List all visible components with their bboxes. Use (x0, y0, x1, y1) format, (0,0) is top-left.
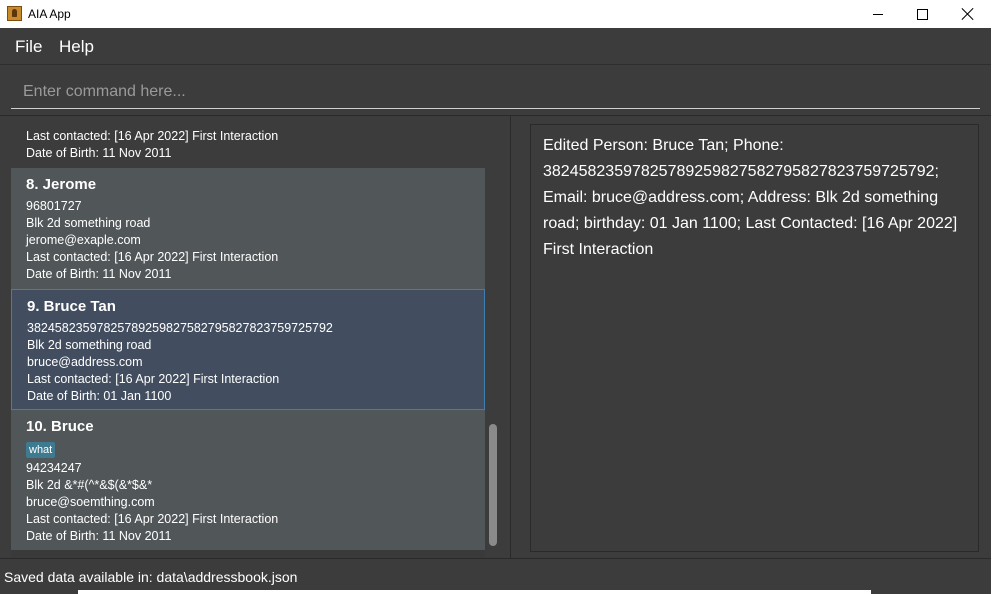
person-phone: 96801727 (26, 199, 82, 213)
person-dob: Date of Birth: 11 Nov 2011 (26, 267, 172, 281)
person-email: jerome@exaple.com (26, 233, 141, 247)
person-phone: 94234247 (26, 461, 82, 475)
person-dob: Date of Birth: 01 Jan 1100 (27, 389, 172, 403)
person-dob: Date of Birth: 11 Nov 2011 (26, 146, 172, 160)
status-bar: Saved data available in: data\addressboo… (0, 558, 991, 591)
close-button[interactable] (945, 0, 991, 28)
person-name: 9. Bruce Tan (27, 298, 116, 315)
status-text: Saved data available in: data\addressboo… (4, 569, 298, 585)
person-phone: 3824582359782578925982758279582782375972… (27, 321, 333, 335)
background-document (78, 590, 871, 594)
person-card-partial[interactable]: Last contacted: [16 Apr 2022] First Inte… (11, 128, 485, 168)
person-dob: Date of Birth: 11 Nov 2011 (26, 529, 172, 543)
person-card-selected[interactable]: 9. Bruce Tan 382458235978257892598275827… (11, 289, 485, 410)
minimize-icon (873, 13, 883, 15)
app-window: AIA App File Help Last contacted: [16 Ap… (0, 0, 991, 594)
person-email: bruce@address.com (27, 355, 143, 369)
person-name: 8. Jerome (26, 176, 97, 193)
person-last-contacted: Last contacted: [16 Apr 2022] First Inte… (26, 250, 279, 264)
person-address: Blk 2d something road (27, 338, 152, 352)
close-icon (962, 8, 974, 20)
person-last-contacted: Last contacted: [16 Apr 2022] First Inte… (27, 372, 280, 386)
list-scrollbar[interactable] (487, 128, 499, 564)
person-list-panel: Last contacted: [16 Apr 2022] First Inte… (0, 116, 511, 564)
result-panel: Edited Person: Bruce Tan; Phone: 3824582… (512, 116, 991, 558)
maximize-button[interactable] (899, 0, 945, 28)
person-card[interactable]: 8. Jerome 96801727 Blk 2d something road… (11, 168, 485, 289)
menu-file[interactable]: File (15, 37, 42, 57)
app-icon (7, 6, 22, 21)
window-title: AIA App (28, 7, 71, 21)
person-tag: what (26, 442, 56, 458)
command-input[interactable] (11, 75, 980, 109)
person-address: Blk 2d &*#(^*&$(&*$&* (26, 478, 153, 492)
person-card[interactable]: 10. Bruce what 94234247 Blk 2d &*#(^*&$(… (11, 410, 485, 550)
person-address: Blk 2d something road (26, 216, 151, 230)
minimize-button[interactable] (855, 0, 901, 28)
result-display[interactable]: Edited Person: Bruce Tan; Phone: 3824582… (530, 124, 979, 552)
list-scrollbar-thumb[interactable] (489, 424, 497, 546)
person-email: bruce@soemthing.com (26, 495, 155, 509)
person-last-contacted: Last contacted: [16 Apr 2022] First Inte… (26, 129, 279, 143)
command-box (0, 65, 991, 116)
title-bar: AIA App (0, 0, 991, 28)
menu-bar: File Help (0, 28, 991, 65)
maximize-icon (916, 8, 928, 20)
person-list[interactable]: Last contacted: [16 Apr 2022] First Inte… (11, 128, 485, 564)
person-last-contacted: Last contacted: [16 Apr 2022] First Inte… (26, 512, 279, 526)
menu-help[interactable]: Help (59, 37, 94, 57)
person-name: 10. Bruce (26, 418, 94, 435)
